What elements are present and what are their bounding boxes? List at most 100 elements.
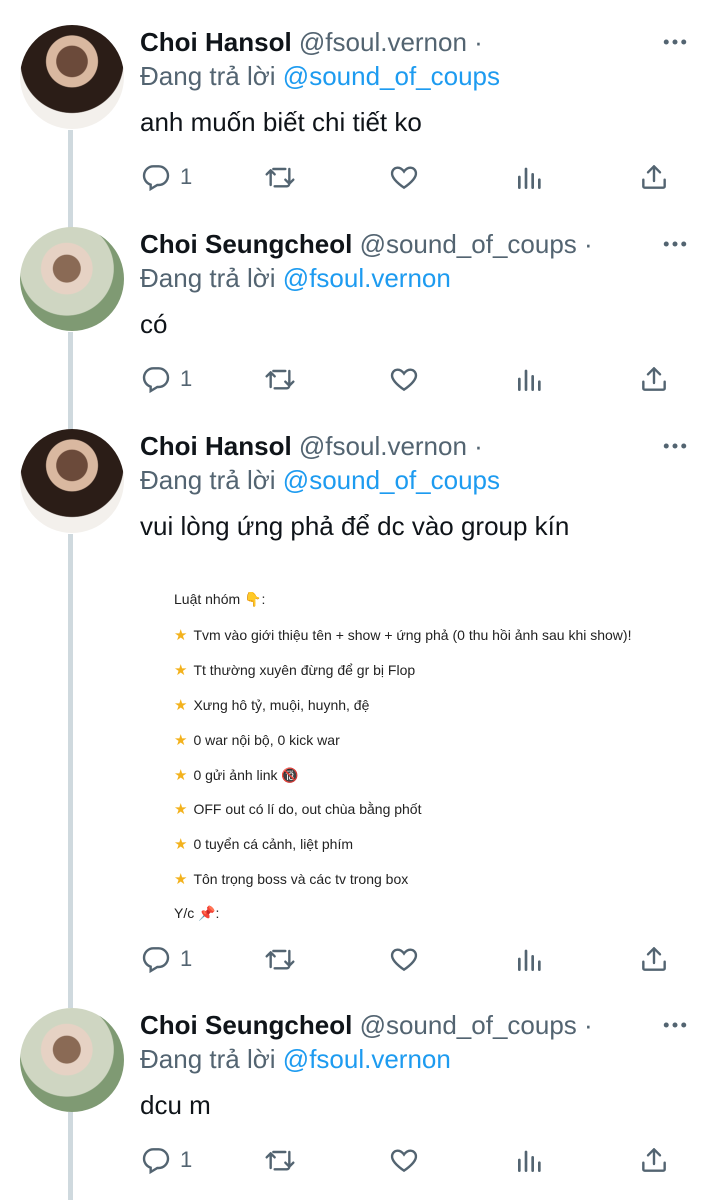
tweet-text: vui lòng ứng phả để dc vào group kín <box>140 511 570 541</box>
rule-item: ★ Tôn trọng boss và các tv trong box <box>174 871 409 888</box>
views-button[interactable] <box>514 939 546 979</box>
reply-prefix: Đang trả lời <box>140 263 276 293</box>
reply-button[interactable]: 1 <box>140 1140 192 1180</box>
replying-to: Đang trả lời @fsoul.vernon <box>140 1042 451 1076</box>
display-name[interactable]: Choi Hansol <box>140 27 292 57</box>
rule-item: ★ 0 gửi ảnh link 🔞 <box>174 767 299 784</box>
tweet-text: anh muốn biết chi tiết ko <box>140 107 422 137</box>
share-icon <box>638 1144 670 1176</box>
reply-mention[interactable]: @fsoul.vernon <box>283 263 451 293</box>
retweet-icon <box>264 161 296 193</box>
rule-item: ★ Tt thường xuyên đừng để gr bị Flop <box>174 662 416 679</box>
tweet-header: Choi Seungcheol @sound_of_coups · <box>140 1008 650 1042</box>
user-handle[interactable]: @sound_of_coups · <box>360 1010 593 1040</box>
action-bar: 1 <box>140 939 680 979</box>
reply-count: 1 <box>180 946 193 971</box>
views-button[interactable] <box>514 1140 546 1180</box>
reply-button[interactable]: 1 <box>140 157 192 197</box>
reply-count: 1 <box>180 1147 193 1172</box>
thread-line <box>68 1112 73 1200</box>
thread-line <box>68 332 73 432</box>
reply-icon <box>140 363 172 395</box>
replying-to: Đang trả lời @sound_of_coups <box>140 463 500 497</box>
views-icon <box>514 943 546 975</box>
share-icon <box>638 161 670 193</box>
rule-item: ★ OFF out có lí do, out chùa bằng phốt <box>174 801 422 818</box>
rules-title: Luật nhóm 👇: <box>174 591 266 607</box>
share-button[interactable] <box>638 939 670 979</box>
rule-item: ★ Xưng hô tỷ, muội, huynh, đệ <box>174 697 370 714</box>
avatar[interactable] <box>20 227 124 331</box>
like-button[interactable] <box>388 1140 420 1180</box>
rule-item: ★ 0 tuyển cá cảnh, liệt phím <box>174 836 353 853</box>
views-button[interactable] <box>514 157 546 197</box>
avatar[interactable] <box>20 1008 124 1112</box>
share-button[interactable] <box>638 157 670 197</box>
like-button[interactable] <box>388 939 420 979</box>
reply-mention[interactable]: @sound_of_coups <box>283 465 500 495</box>
reply-prefix: Đang trả lời <box>140 465 276 495</box>
reply-mention[interactable]: @fsoul.vernon <box>283 1044 451 1074</box>
star-icon: ★ <box>174 801 188 818</box>
tweet-header: Choi Hansol @fsoul.vernon · <box>140 25 650 59</box>
retweet-button[interactable] <box>264 157 296 197</box>
star-icon: ★ <box>174 767 188 784</box>
display-name[interactable]: Choi Hansol <box>140 431 292 461</box>
reply-icon <box>140 1144 172 1176</box>
reply-count: 1 <box>180 366 193 391</box>
user-handle[interactable]: @fsoul.vernon · <box>299 27 483 57</box>
attached-image[interactable]: Luật nhóm 👇: ★ Tvm vào giới thiệu tên + s… <box>140 569 680 929</box>
retweet-icon <box>264 1144 296 1176</box>
rules-footer: Y/c 📌: <box>174 905 220 921</box>
more-icon[interactable] <box>660 1010 690 1040</box>
more-icon[interactable] <box>660 431 690 461</box>
more-icon[interactable] <box>660 27 690 57</box>
heart-icon <box>388 943 420 975</box>
reply-icon <box>140 161 172 193</box>
display-name[interactable]: Choi Seungcheol <box>140 229 352 259</box>
share-icon <box>638 943 670 975</box>
avatar[interactable] <box>20 429 124 533</box>
tweet-header: Choi Hansol @fsoul.vernon · <box>140 429 650 463</box>
reply-prefix: Đang trả lời <box>140 1044 276 1074</box>
replying-to: Đang trả lời @sound_of_coups <box>140 59 500 93</box>
star-icon: ★ <box>174 732 188 749</box>
reply-button[interactable]: 1 <box>140 939 192 979</box>
user-handle[interactable]: @fsoul.vernon · <box>299 431 483 461</box>
reply-icon <box>140 943 172 975</box>
rule-item: ★ 0 war nội bộ, 0 kick war <box>174 732 340 749</box>
reply-mention[interactable]: @sound_of_coups <box>283 61 500 91</box>
user-handle[interactable]: @sound_of_coups · <box>360 229 593 259</box>
display-name[interactable]: Choi Seungcheol <box>140 1010 352 1040</box>
thread-line <box>68 534 73 1008</box>
views-button[interactable] <box>514 359 546 399</box>
star-icon: ★ <box>174 697 188 714</box>
retweet-button[interactable] <box>264 1140 296 1180</box>
tweet-header: Choi Seungcheol @sound_of_coups · <box>140 227 650 261</box>
share-icon <box>638 363 670 395</box>
like-button[interactable] <box>388 359 420 399</box>
share-button[interactable] <box>638 1140 670 1180</box>
rule-item: ★ Tvm vào giới thiệu tên + show + ứng phả… <box>174 627 632 644</box>
retweet-button[interactable] <box>264 939 296 979</box>
views-icon <box>514 161 546 193</box>
heart-icon <box>388 363 420 395</box>
reply-prefix: Đang trả lời <box>140 61 276 91</box>
like-button[interactable] <box>388 157 420 197</box>
reply-button[interactable]: 1 <box>140 359 192 399</box>
heart-icon <box>388 1144 420 1176</box>
avatar[interactable] <box>20 25 124 129</box>
action-bar: 1 <box>140 157 680 197</box>
views-icon <box>514 1144 546 1176</box>
retweet-icon <box>264 943 296 975</box>
retweet-button[interactable] <box>264 359 296 399</box>
star-icon: ★ <box>174 871 188 888</box>
star-icon: ★ <box>174 836 188 853</box>
share-button[interactable] <box>638 359 670 399</box>
tweet-text: có <box>140 309 168 339</box>
replying-to: Đang trả lời @fsoul.vernon <box>140 261 451 295</box>
heart-icon <box>388 161 420 193</box>
reply-count: 1 <box>180 164 193 189</box>
more-icon[interactable] <box>660 229 690 259</box>
star-icon: ★ <box>174 662 188 679</box>
